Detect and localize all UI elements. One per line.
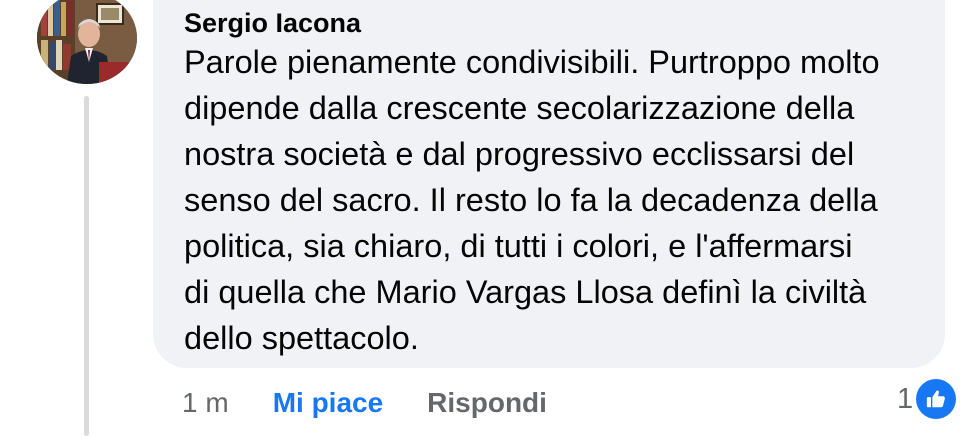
comment-text: Parole pienamente condivisibili. Purtrop… — [184, 39, 936, 361]
timestamp[interactable]: 1 m — [182, 387, 229, 419]
reply-button[interactable]: Rispondi — [427, 387, 547, 419]
comment-text-line: dipende dalla crescente secolarizzazione… — [184, 90, 855, 126]
comment-text-line: di quella che Mario Vargas Llosa definì … — [184, 274, 867, 310]
comment-text-line: politica, sia chiaro, di tutti i colori,… — [184, 228, 853, 264]
like-button[interactable]: Mi piace — [273, 387, 383, 419]
avatar-photo — [37, 0, 137, 84]
thumbs-up-icon — [916, 379, 957, 419]
comment-text-line: dello spettacolo. — [184, 320, 419, 356]
comment-text-line: nostra società e dal progressivo eccliss… — [184, 136, 855, 172]
comment-text-line: Parole pienamente condivisibili. Purtrop… — [184, 44, 880, 80]
comment-item: Sergio Iacona Parole pienamente condivis… — [0, 0, 977, 436]
avatar[interactable] — [37, 0, 137, 84]
comment-text-line: senso del sacro. Il resto lo fa la decad… — [184, 182, 878, 218]
comment-actions: 1 m Mi piace Rispondi — [182, 383, 547, 423]
author-name[interactable]: Sergio Iacona — [184, 6, 361, 40]
thread-line — [84, 96, 89, 436]
reaction-count: 1 — [897, 382, 914, 415]
reaction-summary[interactable]: 1 — [897, 378, 957, 420]
